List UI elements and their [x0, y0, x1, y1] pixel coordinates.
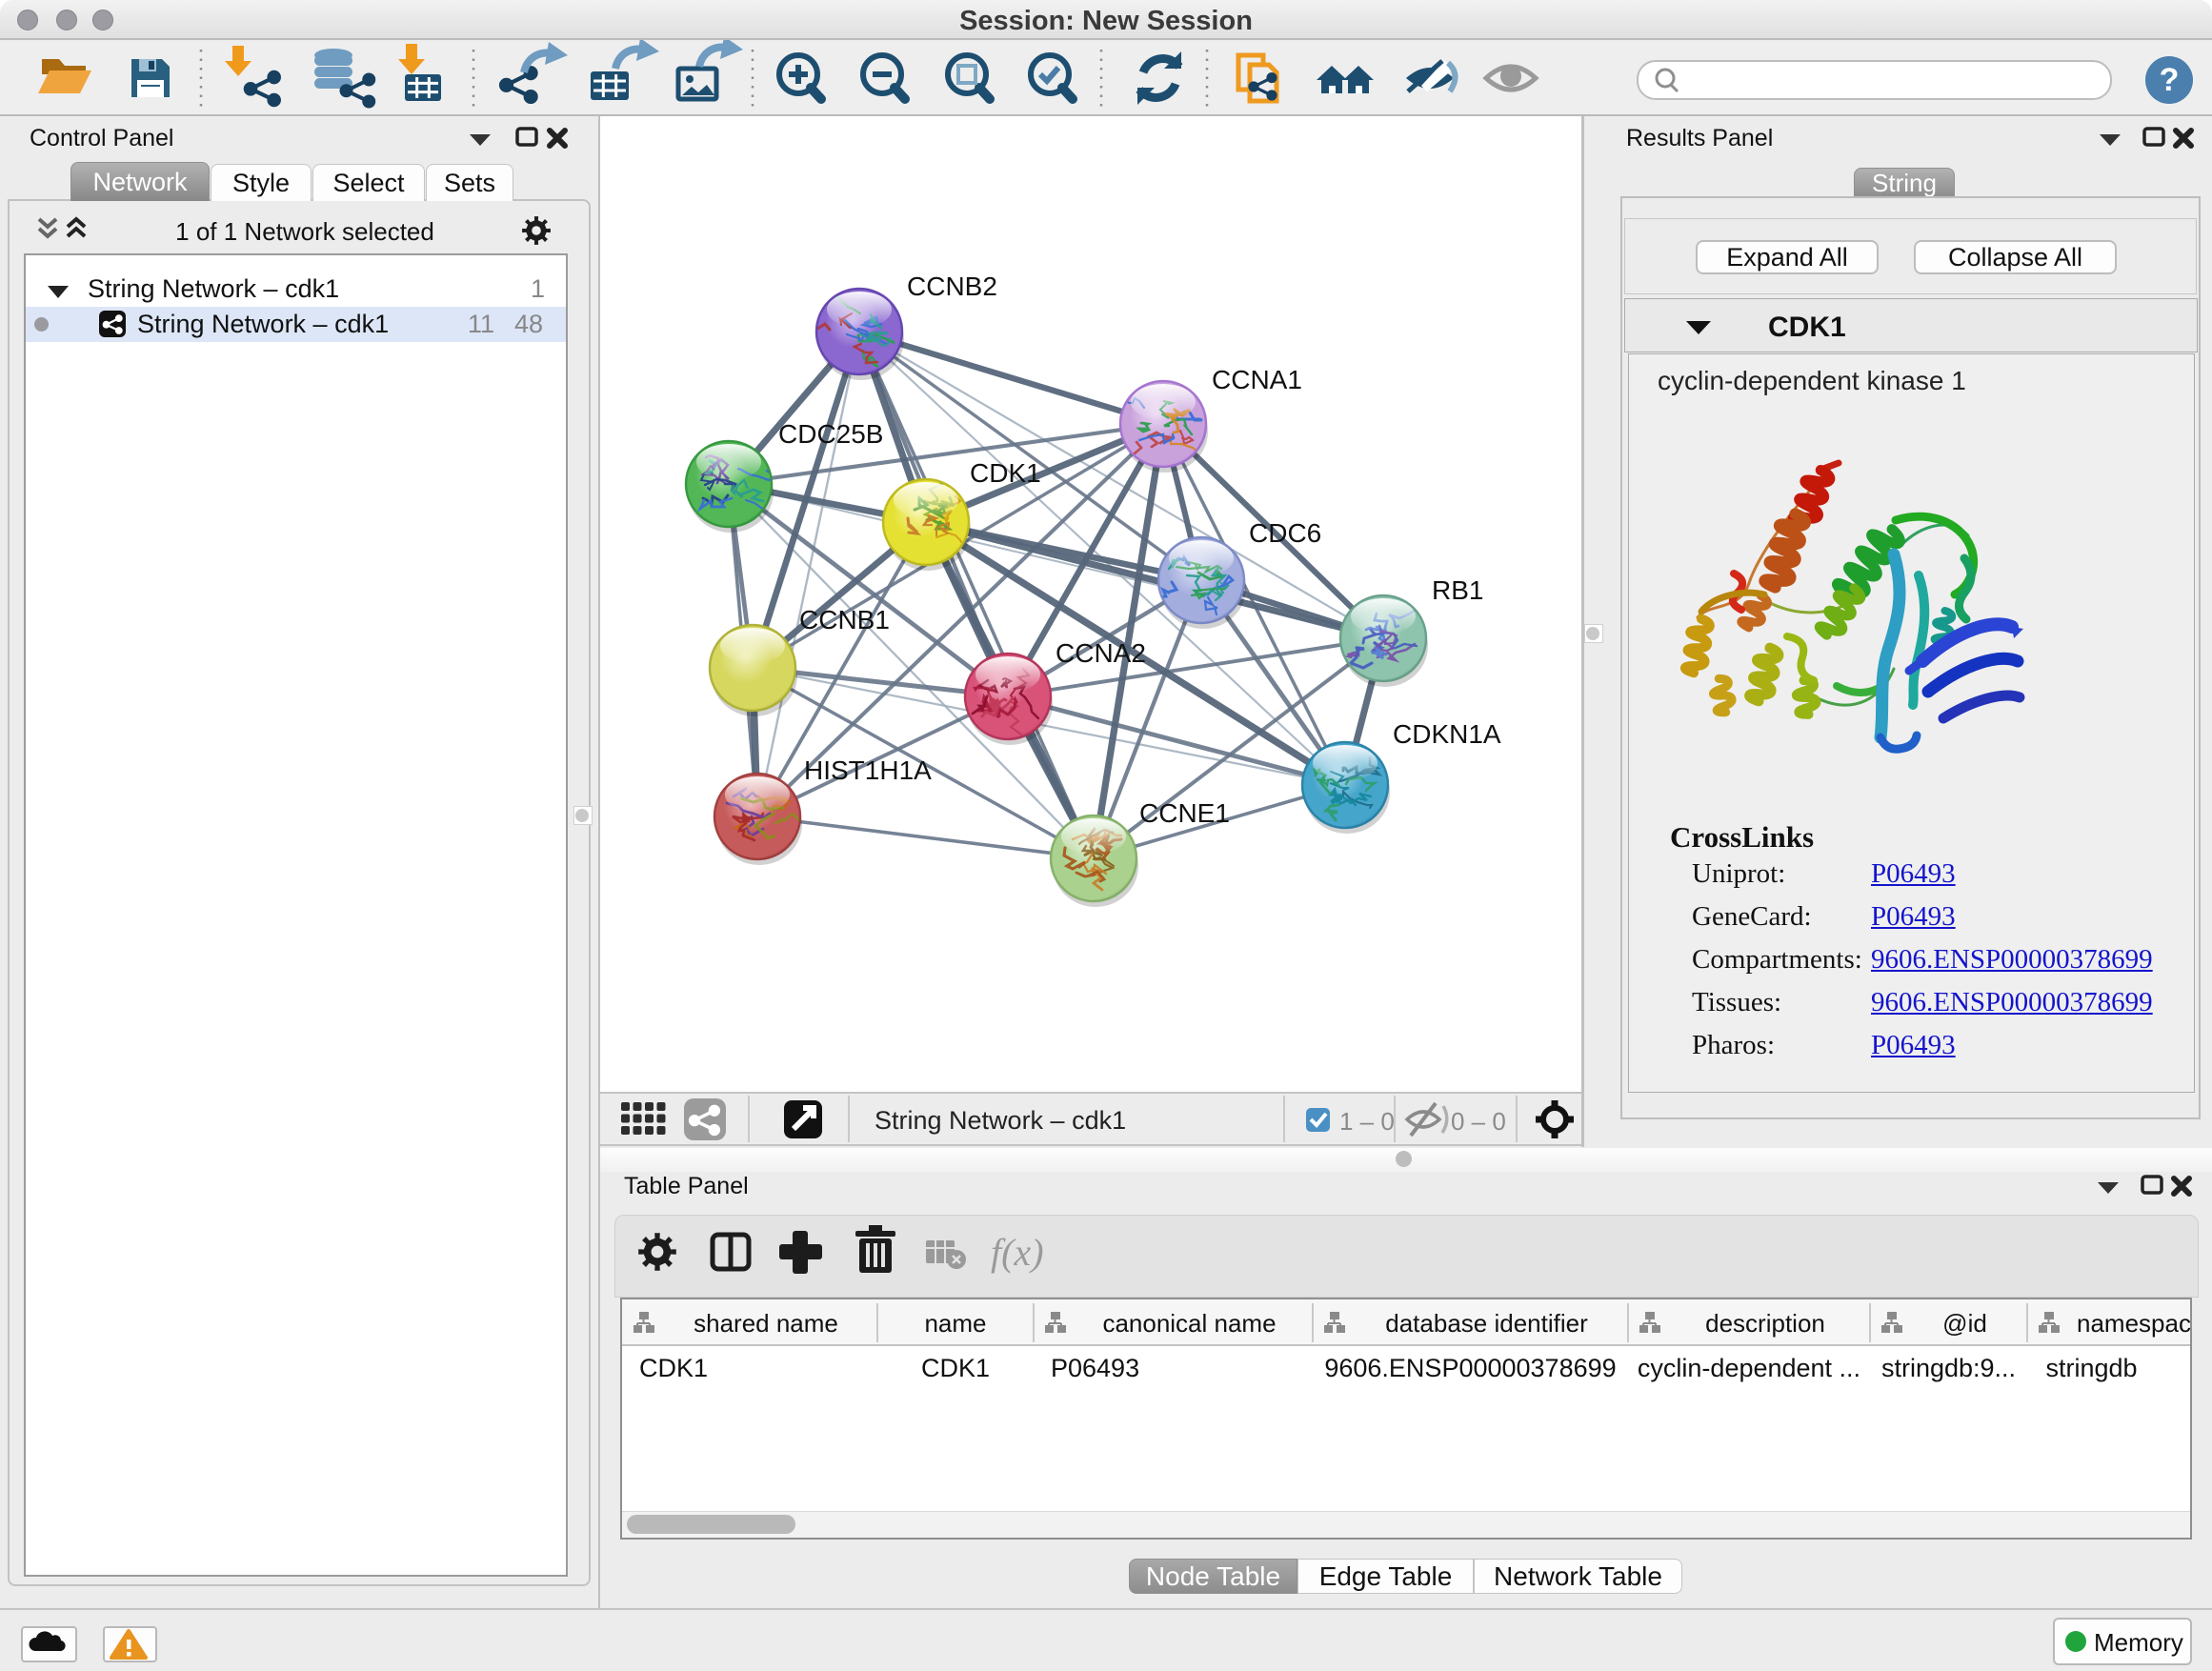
svg-text:CCNE1: CCNE1 — [1139, 798, 1230, 828]
svg-text:CDC25B: CDC25B — [778, 419, 883, 449]
svg-text:f(x): f(x) — [991, 1231, 1044, 1274]
svg-text:CDC6: CDC6 — [1249, 518, 1321, 548]
svg-text:CCNA1: CCNA1 — [1212, 365, 1302, 394]
svg-text:RB1: RB1 — [1432, 575, 1483, 605]
svg-text:CCNA2: CCNA2 — [1056, 638, 1146, 668]
svg-text:CCNB1: CCNB1 — [799, 605, 890, 634]
svg-text:CDKN1A: CDKN1A — [1393, 719, 1501, 749]
svg-text:CDK1: CDK1 — [970, 458, 1041, 488]
svg-text:?: ? — [2160, 62, 2180, 98]
svg-text:CCNB2: CCNB2 — [907, 272, 997, 301]
svg-text:HIST1H1A: HIST1H1A — [804, 755, 932, 785]
